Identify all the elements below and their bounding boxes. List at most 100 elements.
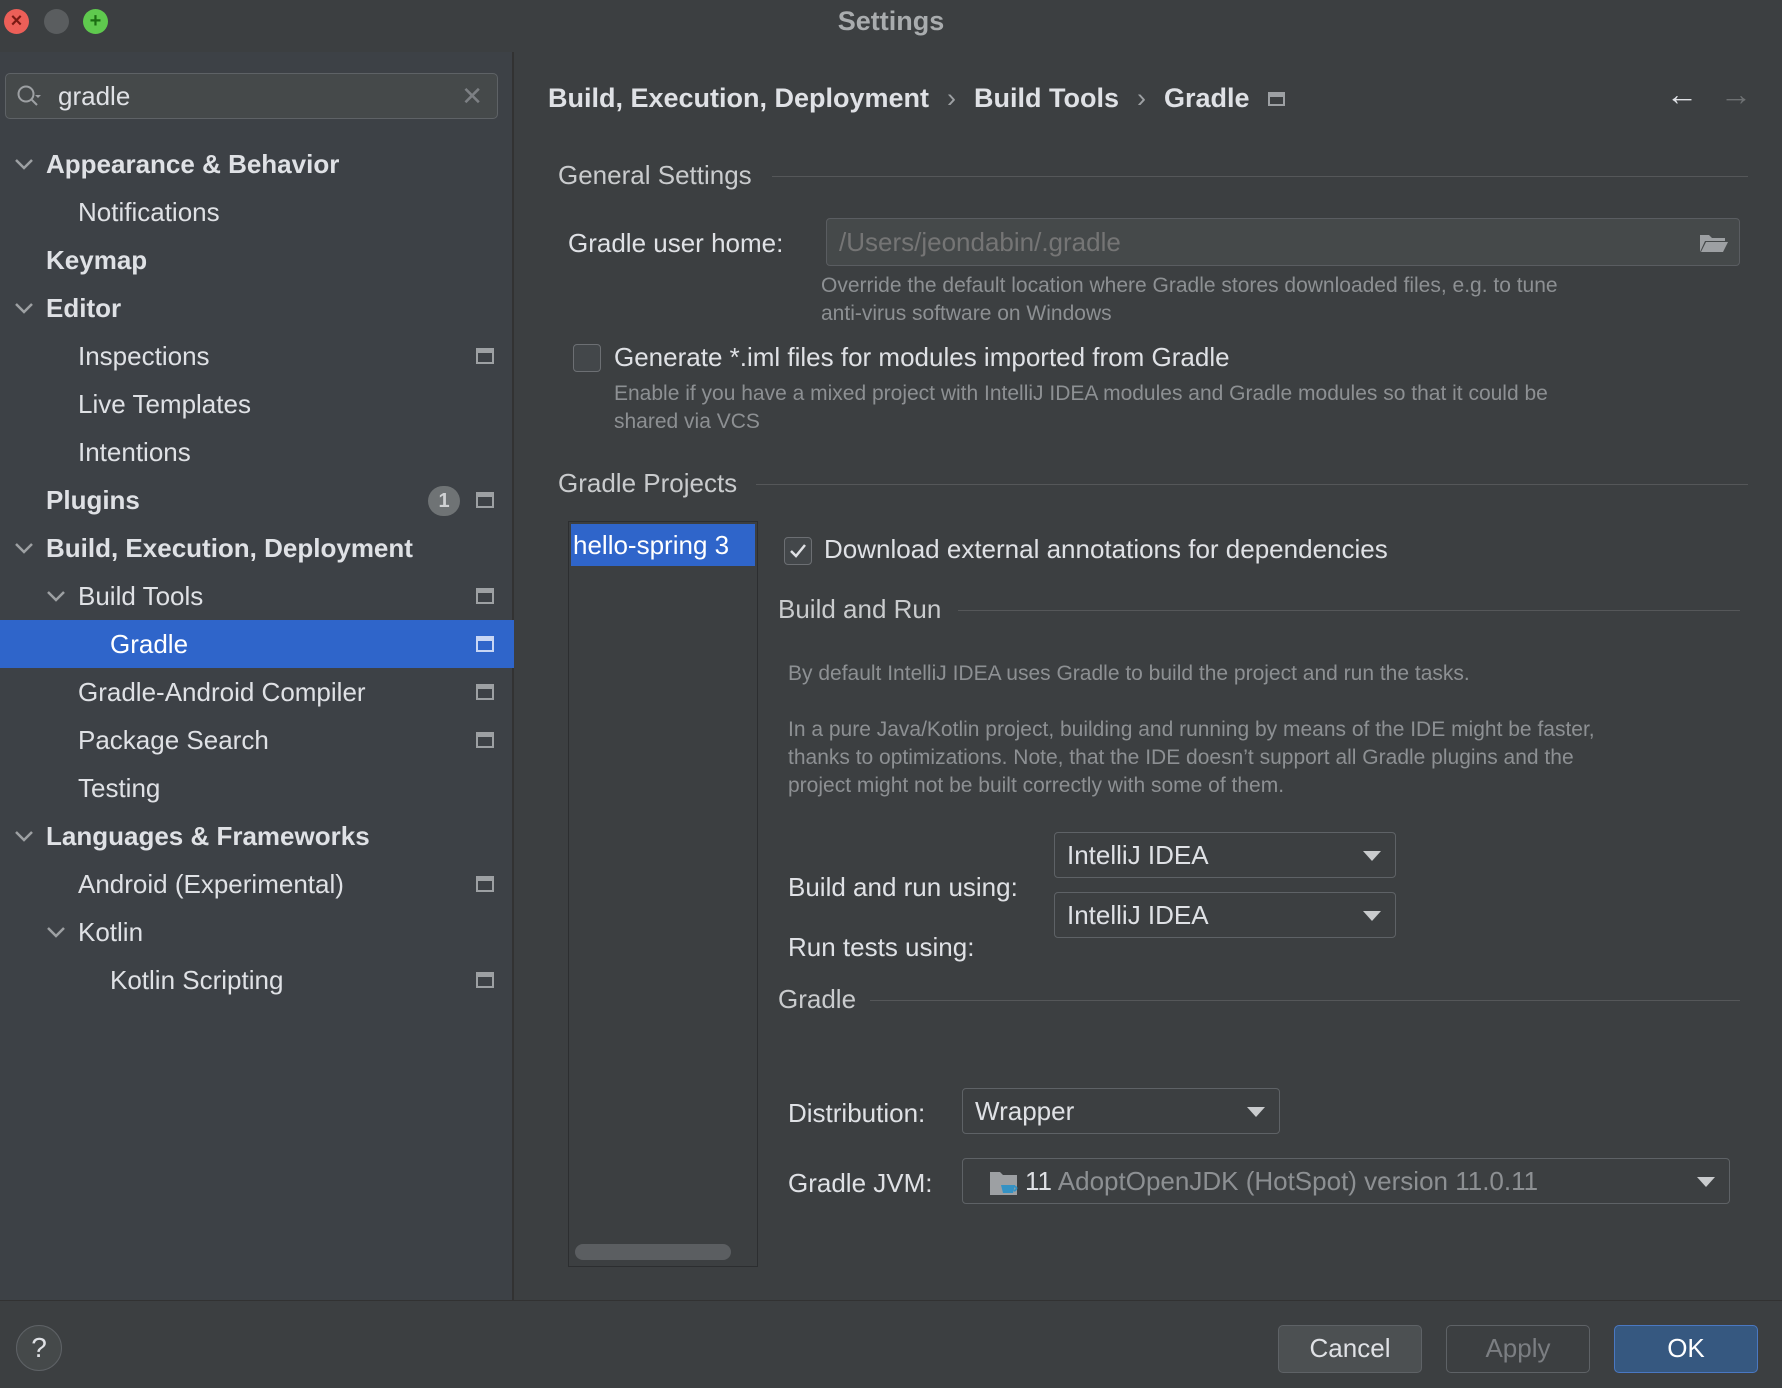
gradle-projects-list: hello-spring 3: [568, 521, 758, 1267]
tree-item-label: Live Templates: [78, 389, 251, 419]
tree-item-package-search[interactable]: Package Search: [0, 716, 514, 764]
horizontal-scrollbar[interactable]: [575, 1244, 731, 1260]
jdk-folder-icon: [990, 1172, 1018, 1195]
tree-item-gradle-android-compiler[interactable]: Gradle-Android Compiler: [0, 668, 514, 716]
tree-item-label: Plugins: [46, 485, 140, 515]
gradle-user-home-field[interactable]: [826, 218, 1740, 266]
forward-arrow-icon[interactable]: →: [1720, 76, 1752, 113]
gradle-jvm-label: Gradle JVM:: [788, 1168, 933, 1198]
project-settings-icon: [476, 588, 494, 604]
chevron-down-icon[interactable]: [44, 572, 68, 620]
tree-item-notifications[interactable]: Notifications: [0, 188, 514, 236]
dialog-footer: ? Cancel Apply OK: [0, 1300, 1782, 1388]
tree-item-label: Build, Execution, Deployment: [46, 533, 413, 563]
tree-item-label: Kotlin: [78, 917, 144, 947]
project-settings-icon: [476, 492, 494, 508]
jvm-version: 11: [1025, 1166, 1052, 1196]
download-annotations-label: Download external annotations for depend…: [824, 534, 1388, 564]
generate-iml-checkbox[interactable]: [573, 344, 601, 372]
dropdown-arrow-icon: [1697, 1177, 1715, 1187]
project-settings-icon: [476, 636, 494, 652]
distribution-label: Distribution:: [788, 1098, 926, 1128]
section-title: General Settings: [558, 160, 752, 190]
breadcrumb-build-tools[interactable]: Build Tools: [974, 83, 1119, 114]
gradle-user-home-label: Gradle user home:: [568, 228, 784, 258]
tree-item-live-templates[interactable]: Live Templates: [0, 380, 514, 428]
ok-button[interactable]: OK: [1614, 1325, 1758, 1373]
tree-item-label: Kotlin Scripting: [110, 965, 284, 995]
tree-item-label: Notifications: [78, 197, 220, 227]
tree-item-gradle[interactable]: Gradle: [0, 620, 514, 668]
general-settings-section: General Settings: [558, 160, 1748, 191]
separator: [958, 610, 1740, 611]
separator: [756, 484, 1748, 485]
tree-item-plugins[interactable]: Plugins 1: [0, 476, 514, 524]
build-and-run-description: By default IntelliJ IDEA uses Gradle to …: [788, 662, 1595, 797]
breadcrumb-build-execution-deployment[interactable]: Build, Execution, Deployment: [548, 83, 929, 114]
select-value: Wrapper: [975, 1096, 1075, 1126]
search-input[interactable]: [58, 80, 448, 112]
build-and-run-using-select[interactable]: IntelliJ IDEA: [1054, 832, 1396, 878]
run-tests-using-select[interactable]: IntelliJ IDEA: [1054, 892, 1396, 938]
tree-item-label: Gradle-Android Compiler: [78, 677, 366, 707]
chevron-down-icon[interactable]: [12, 284, 36, 332]
build-and-run-section: Build and Run: [778, 594, 1740, 625]
project-settings-icon: [476, 876, 494, 892]
search-icon[interactable]: [16, 84, 42, 110]
tree-item-languages-frameworks[interactable]: Languages & Frameworks: [0, 812, 514, 860]
back-arrow-icon[interactable]: ←: [1666, 76, 1698, 113]
clear-search-icon[interactable]: ✕: [461, 81, 483, 112]
distribution-select[interactable]: Wrapper: [962, 1088, 1280, 1134]
gradle-section: Gradle: [778, 984, 1740, 1015]
cancel-button[interactable]: Cancel: [1278, 1325, 1422, 1373]
settings-content: Build, Execution, Deployment › Build Tools…: [516, 46, 1782, 1300]
tree-item-kotlin[interactable]: Kotlin: [0, 908, 514, 956]
tree-item-label: Testing: [78, 773, 161, 803]
dropdown-arrow-icon: [1363, 851, 1381, 861]
tree-item-label: Languages & Frameworks: [46, 821, 370, 851]
tree-item-editor[interactable]: Editor: [0, 284, 514, 332]
project-settings-icon: [476, 348, 494, 364]
settings-sidebar: ✕ Appearance & Behavior Notifications Ke…: [0, 52, 514, 1300]
chevron-down-icon[interactable]: [12, 140, 36, 188]
chevron-down-icon[interactable]: [12, 812, 36, 860]
tree-item-build-tools[interactable]: Build Tools: [0, 572, 514, 620]
select-value: IntelliJ IDEA: [1067, 900, 1209, 930]
tree-item-keymap[interactable]: Keymap: [0, 236, 514, 284]
jvm-name: AdoptOpenJDK (HotSpot) version 11.0.11: [1057, 1166, 1539, 1196]
tree-item-intentions[interactable]: Intentions: [0, 428, 514, 476]
generate-iml-hint: Enable if you have a mixed project with …: [614, 382, 1548, 433]
window-title: Settings: [837, 6, 945, 36]
gradle-jvm-select[interactable]: 11 AdoptOpenJDK (HotSpot) version 11.0.1…: [962, 1158, 1730, 1204]
select-value: IntelliJ IDEA: [1067, 840, 1209, 870]
help-button[interactable]: ?: [16, 1325, 62, 1371]
tree-item-android-experimental[interactable]: Android (Experimental): [0, 860, 514, 908]
tree-item-inspections[interactable]: Inspections: [0, 332, 514, 380]
settings-search: ✕: [5, 73, 498, 119]
chevron-down-icon[interactable]: [44, 908, 68, 956]
select-value: 11 AdoptOpenJDK (HotSpot) version 11.0.1…: [1025, 1159, 1538, 1203]
apply-button[interactable]: Apply: [1446, 1325, 1590, 1373]
generate-iml-label: Generate *.iml files for modules importe…: [614, 342, 1230, 372]
download-annotations-checkbox[interactable]: [784, 537, 812, 565]
tree-item-kotlin-scripting[interactable]: Kotlin Scripting: [0, 956, 514, 1004]
tree-item-testing[interactable]: Testing: [0, 764, 514, 812]
gradle-user-home-input[interactable]: [839, 225, 1659, 259]
tree-item-appearance-behavior[interactable]: Appearance & Behavior: [0, 140, 514, 188]
breadcrumb-gradle: Gradle: [1164, 83, 1250, 114]
section-title: Build and Run: [778, 594, 942, 624]
tree-item-label: Package Search: [78, 725, 269, 755]
section-title: Gradle Projects: [558, 468, 738, 498]
tree-item-label: Inspections: [78, 341, 210, 371]
folder-open-icon[interactable]: [1699, 231, 1729, 253]
tree-item-build-execution-deployment[interactable]: Build, Execution, Deployment: [0, 524, 514, 572]
section-title: Gradle: [778, 984, 857, 1014]
project-settings-icon: [1267, 91, 1285, 106]
gradle-user-home-hint: Override the default location where Grad…: [821, 274, 1558, 325]
project-list-item[interactable]: hello-spring 3: [571, 524, 755, 566]
tree-item-label: Editor: [46, 293, 122, 323]
tree-item-label: Android (Experimental): [78, 869, 344, 899]
dropdown-arrow-icon: [1363, 911, 1381, 921]
tree-item-label: Intentions: [78, 437, 191, 467]
chevron-down-icon[interactable]: [12, 524, 36, 572]
